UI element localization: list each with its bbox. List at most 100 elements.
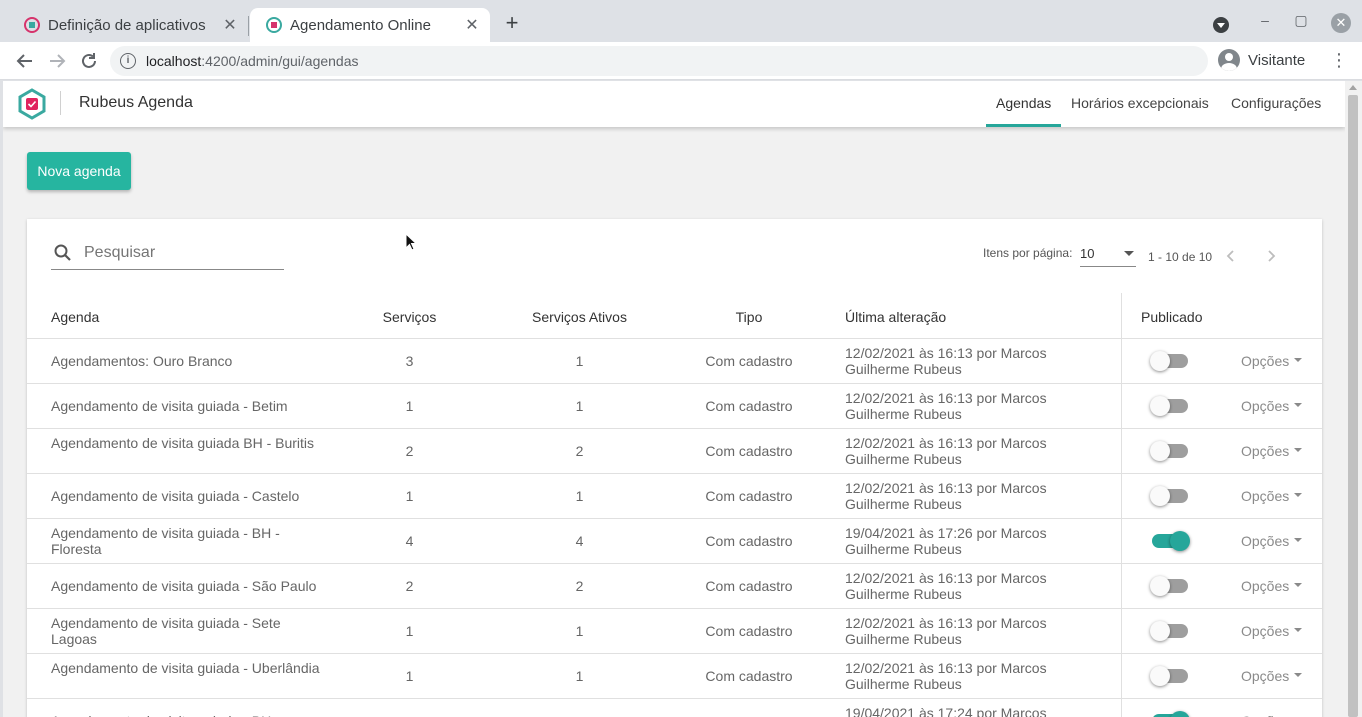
- search-input[interactable]: Pesquisar: [84, 244, 155, 262]
- site-info-icon[interactable]: i: [120, 53, 136, 69]
- publicado-toggle[interactable]: [1150, 351, 1188, 371]
- table-row[interactable]: Agendamento de visita guiada - São Paulo…: [27, 564, 1322, 609]
- table-row[interactable]: Agendamento de visita guiada - Castelo 1 1…: [27, 474, 1322, 519]
- cell-servicos: 1: [405, 488, 414, 504]
- table-row[interactable]: Agendamentos: Ouro Branco 3 1 Com cadastro 1…: [27, 339, 1322, 384]
- toggle-knob: [1150, 396, 1170, 416]
- opcoes-dropdown[interactable]: Opções: [1241, 668, 1303, 684]
- cell-servicos-ativos: 1: [575, 668, 584, 684]
- publicado-toggle[interactable]: [1150, 621, 1188, 641]
- cell-ultima-alteracao: 12/02/2021 às 16:13 por Marcos Guilherme…: [845, 390, 1047, 422]
- cell-servicos: 1: [405, 398, 414, 414]
- toggle-knob: [1150, 576, 1170, 596]
- opcoes-dropdown[interactable]: Opções: [1241, 488, 1303, 504]
- publicado-toggle[interactable]: [1150, 396, 1188, 416]
- publicado-toggle[interactable]: [1150, 441, 1188, 461]
- cell-tipo: Com cadastro: [705, 353, 793, 369]
- browser-tab-agendamento[interactable]: Agendamento Online ✕: [250, 8, 490, 42]
- publicado-toggle[interactable]: [1150, 486, 1188, 506]
- table-row[interactable]: Agendamento de visita guiada - Uberlândi…: [27, 654, 1322, 699]
- header-publicado[interactable]: Publicado: [1141, 309, 1203, 325]
- cell-tipo: Com cadastro: [705, 623, 793, 639]
- publicado-toggle[interactable]: [1150, 576, 1188, 596]
- publicado-toggle[interactable]: [1152, 531, 1190, 551]
- cell-agenda: Agendamento de visita guiada BH - Buriti…: [51, 435, 315, 451]
- caret-down-icon: [1294, 358, 1303, 363]
- new-tab-button[interactable]: +: [500, 12, 524, 36]
- opcoes-label: Opções: [1241, 533, 1290, 549]
- opcoes-label: Opções: [1241, 578, 1290, 594]
- opcoes-label: Opções: [1241, 713, 1289, 717]
- nav-horarios-excepcionais[interactable]: Horários excepcionais: [1071, 95, 1209, 111]
- header-servicos[interactable]: Serviços: [347, 309, 472, 325]
- table-row[interactable]: Agendamento de visita guiada BH - Buriti…: [27, 429, 1322, 474]
- cell-servicos-ativos: 1: [575, 398, 584, 414]
- browser-tab-strip: Definição de aplicativos ✕ Agendamento O…: [0, 0, 1362, 42]
- header-servicos-ativos[interactable]: Serviços Ativos: [517, 309, 642, 325]
- minimize-button[interactable]: –: [1255, 12, 1275, 28]
- cell-servicos: 2: [405, 443, 414, 459]
- chevron-right-icon[interactable]: [1264, 249, 1278, 263]
- header-agenda[interactable]: Agenda: [51, 309, 99, 325]
- cell-servicos: 1: [405, 668, 414, 684]
- brand-title: Rubeus Agenda: [79, 94, 193, 111]
- active-nav-indicator: [986, 124, 1061, 127]
- table-row[interactable]: Agendamento de visita guiada - BH - 19/04…: [27, 699, 1322, 717]
- table-row[interactable]: Agendamento de visita guiada - Betim 1 1 Co…: [27, 384, 1322, 429]
- opcoes-dropdown[interactable]: Opções: [1241, 443, 1303, 459]
- browser-toolbar: i localhost:4200/admin/gui/agendas Visit…: [0, 42, 1362, 80]
- opcoes-dropdown[interactable]: Opções: [1241, 713, 1302, 717]
- close-tab-icon[interactable]: ✕: [464, 15, 480, 35]
- opcoes-dropdown[interactable]: Opções: [1241, 623, 1303, 639]
- reload-icon[interactable]: [78, 50, 100, 72]
- toggle-knob: [1170, 531, 1190, 551]
- table-row[interactable]: Agendamento de visita guiada - BH - Flor…: [27, 519, 1322, 564]
- column-divider: [1121, 293, 1122, 717]
- forward-arrow-icon[interactable]: [46, 50, 68, 72]
- scroll-up-arrow-icon[interactable]: [1349, 85, 1357, 90]
- header-tipo[interactable]: Tipo: [689, 309, 809, 325]
- cell-tipo: Com cadastro: [705, 398, 793, 414]
- nav-agendas[interactable]: Agendas: [996, 95, 1051, 111]
- table-row[interactable]: Agendamento de visita guiada - Sete Lago…: [27, 609, 1322, 654]
- cell-ultima-alteracao: 12/02/2021 às 16:13 por Marcos Guilherme…: [845, 570, 1047, 602]
- tab-search-icon[interactable]: [1213, 17, 1229, 33]
- cell-servicos: 1: [405, 623, 414, 639]
- cell-tipo: Com cadastro: [705, 488, 793, 504]
- opcoes-label: Opções: [1241, 353, 1290, 369]
- nova-agenda-button[interactable]: Nova agenda: [27, 152, 131, 190]
- address-bar[interactable]: i localhost:4200/admin/gui/agendas: [110, 46, 1208, 76]
- close-tab-icon[interactable]: ✕: [222, 15, 238, 35]
- opcoes-label: Opções: [1241, 398, 1290, 414]
- app-header: Rubeus Agenda Agendas Horários excepcion…: [3, 81, 1345, 127]
- opcoes-label: Opções: [1241, 623, 1290, 639]
- tab-separator: [248, 16, 249, 36]
- browser-tab-definicao[interactable]: Definição de aplicativos ✕: [8, 8, 248, 42]
- rubeus-logo-icon: [18, 88, 46, 120]
- caret-down-icon: [1294, 628, 1303, 633]
- search-field[interactable]: Pesquisar: [51, 237, 284, 270]
- header-divider: [60, 91, 61, 115]
- close-window-button[interactable]: ✕: [1331, 13, 1351, 33]
- rubeus-favicon-icon: [24, 17, 40, 33]
- back-arrow-icon[interactable]: [14, 50, 36, 72]
- agendas-card: Pesquisar Itens por página: 10 1 - 10 de…: [27, 219, 1322, 717]
- chevron-left-icon[interactable]: [1224, 249, 1238, 263]
- opcoes-dropdown[interactable]: Opções: [1241, 578, 1303, 594]
- url-host: localhost: [146, 53, 202, 69]
- profile-button[interactable]: Visitante: [1218, 49, 1305, 71]
- header-ultima-alteracao[interactable]: Última alteração: [845, 309, 946, 325]
- publicado-toggle[interactable]: [1150, 666, 1188, 686]
- page-scrollbar[interactable]: [1345, 81, 1362, 717]
- scrollbar-thumb[interactable]: [1348, 95, 1358, 717]
- opcoes-dropdown[interactable]: Opções: [1241, 533, 1303, 549]
- nav-configuracoes[interactable]: Configurações: [1231, 95, 1321, 111]
- caret-down-icon: [1294, 403, 1303, 408]
- maximize-button[interactable]: ▢: [1291, 12, 1311, 29]
- opcoes-dropdown[interactable]: Opções: [1241, 353, 1303, 369]
- opcoes-dropdown[interactable]: Opções: [1241, 398, 1303, 414]
- opcoes-label: Opções: [1241, 488, 1290, 504]
- browser-menu-icon[interactable]: ⋮: [1330, 51, 1348, 69]
- page-size-select[interactable]: 10: [1080, 241, 1136, 267]
- mouse-cursor-icon: [405, 233, 417, 251]
